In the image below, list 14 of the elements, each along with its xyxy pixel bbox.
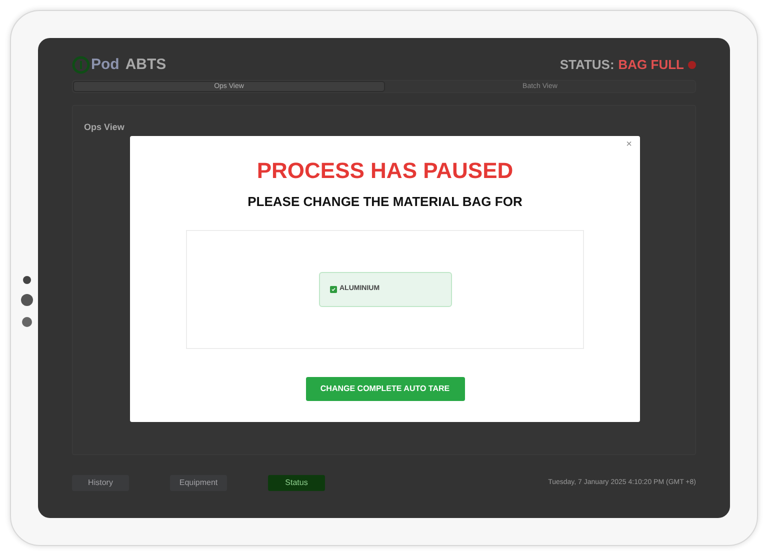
logo-icon bbox=[72, 56, 90, 74]
close-button[interactable]: × bbox=[626, 140, 632, 150]
change-complete-button[interactable]: CHANGE COMPLETE AUTO TARE bbox=[306, 377, 464, 401]
status-value: BAG FULL bbox=[618, 56, 684, 74]
status-button[interactable]: Status bbox=[268, 475, 325, 491]
logo-text: Pod bbox=[91, 54, 120, 75]
panel-title: Ops View bbox=[84, 122, 124, 132]
checkbox[interactable] bbox=[330, 286, 336, 293]
nav-button[interactable]: History bbox=[72, 475, 129, 491]
modal-title: PROCESS HAS PAUSED bbox=[256, 160, 514, 182]
app-name: ABTS bbox=[125, 54, 166, 75]
nav-button[interactable]: Equipment bbox=[170, 475, 227, 491]
modal-subtitle: PLEASE CHANGE THE MATERIAL BAG FOR bbox=[248, 195, 522, 208]
status-label: STATUS: bbox=[560, 56, 614, 74]
